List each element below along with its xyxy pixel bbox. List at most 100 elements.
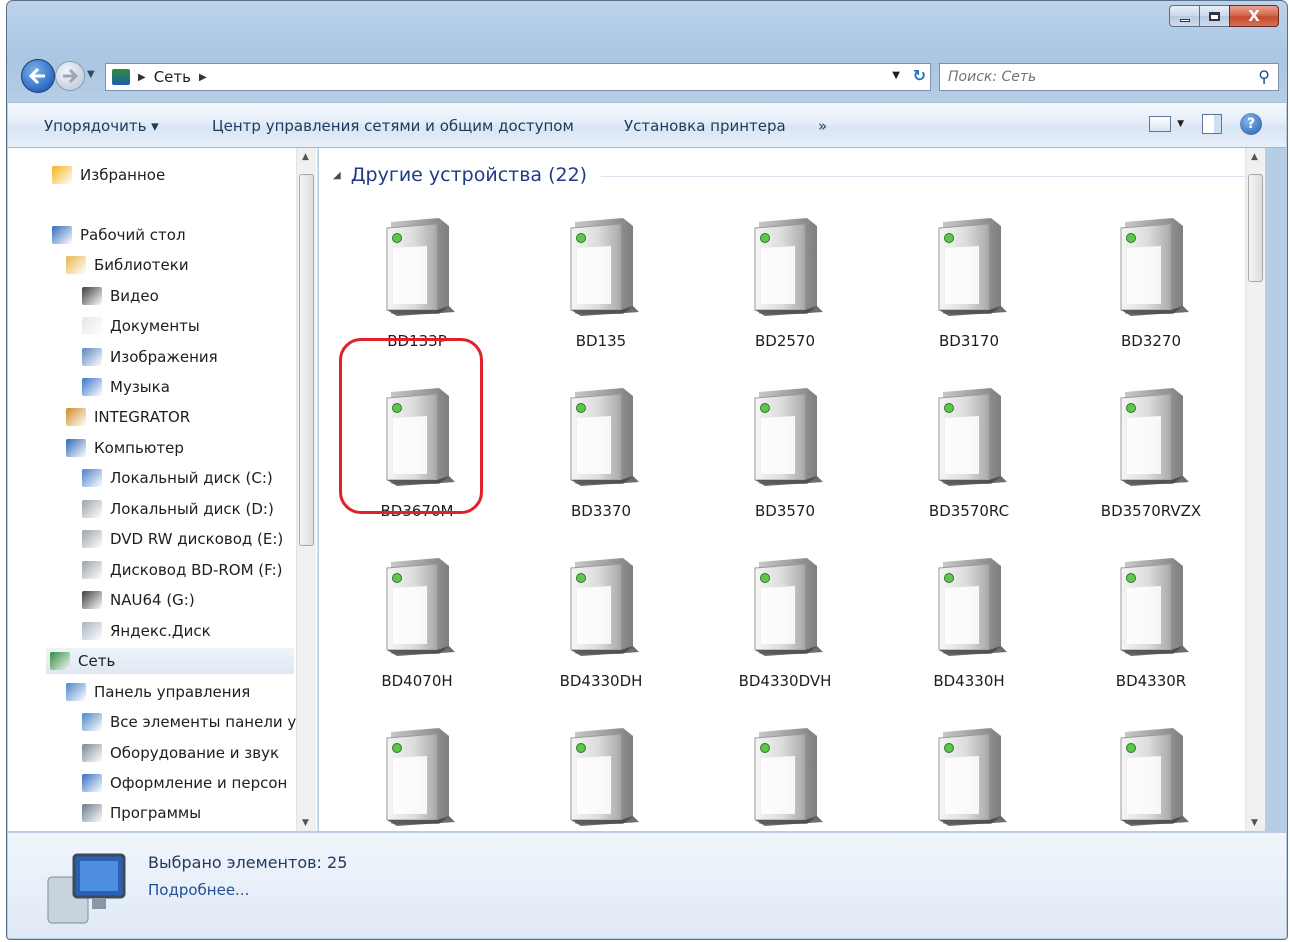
nav-item-label: Изображения (110, 348, 218, 366)
maximize-button[interactable] (1199, 5, 1229, 27)
nav-item[interactable]: Локальный диск (C:) (82, 465, 273, 491)
device-label: BD4070H (381, 672, 453, 690)
collapse-group-icon[interactable]: ◢ (333, 170, 341, 181)
nav-item[interactable]: NAU64 (G:) (82, 587, 195, 613)
add-printer-button[interactable]: Установка принтера (624, 117, 786, 135)
nav-item[interactable]: Панель управления (66, 679, 250, 705)
device-item[interactable] (889, 724, 1049, 831)
device-item[interactable]: BD2570 (705, 214, 865, 384)
nav-item-label: Все элементы панели у (110, 713, 297, 731)
device-item[interactable]: BD3570RC (889, 384, 1049, 554)
device-item[interactable]: BD3570RVZX (1071, 384, 1231, 554)
nav-item[interactable]: Документы (82, 313, 200, 339)
device-item[interactable]: BD3170 (889, 214, 1049, 384)
nav-item[interactable]: INTEGRATOR (66, 404, 190, 430)
more-commands-button[interactable]: » (818, 117, 827, 135)
nav-item[interactable]: Локальный диск (D:) (82, 496, 274, 522)
scroll-down-icon[interactable]: ▼ (302, 818, 309, 828)
device-item[interactable]: BD3570 (705, 384, 865, 554)
network-device-icon (754, 218, 823, 316)
preview-pane-icon[interactable] (1202, 114, 1222, 134)
bd-drive-icon (82, 561, 102, 579)
views-icon[interactable] (1149, 116, 1172, 132)
nav-item-label: Панель управления (94, 683, 251, 701)
nav-item[interactable]: Сеть (46, 648, 294, 674)
device-item[interactable]: BD4330DVH (705, 554, 865, 724)
organize-button[interactable]: Упорядочить ▾ (44, 117, 159, 135)
content-scrollbar[interactable]: ▲ ▼ (1245, 148, 1265, 831)
address-history-dropdown[interactable]: ▼ (892, 70, 900, 81)
device-item[interactable] (705, 724, 865, 831)
nav-item-label: Рабочий стол (80, 226, 186, 244)
nav-item-label: Локальный диск (D:) (110, 500, 274, 518)
forward-arrow-icon (63, 69, 78, 83)
views-dropdown-icon[interactable]: ▼ (1177, 119, 1184, 129)
scroll-up-icon[interactable]: ▲ (302, 152, 309, 162)
computer-icon (66, 439, 86, 457)
command-bar: Упорядочить ▾ Центр управления сетями и … (8, 102, 1286, 148)
device-item[interactable]: BD3270 (1071, 214, 1231, 384)
nav-item[interactable]: Оформление и персон (82, 770, 287, 796)
device-label: BD4330DH (559, 672, 643, 690)
scroll-up-icon[interactable]: ▲ (1251, 152, 1258, 162)
device-item[interactable] (1071, 724, 1231, 831)
minimize-button[interactable] (1169, 5, 1199, 27)
search-icon[interactable]: ⚲ (1258, 67, 1270, 86)
device-item[interactable] (521, 724, 681, 831)
nav-item[interactable]: Рабочий стол (52, 222, 186, 248)
nav-item[interactable]: Библиотеки (66, 252, 189, 278)
nav-item[interactable]: Избранное (52, 162, 165, 188)
search-box[interactable]: ⚲ (939, 63, 1279, 91)
device-item[interactable] (337, 724, 497, 831)
search-input[interactable] (948, 69, 1238, 85)
nav-scrollbar-thumb[interactable] (299, 174, 314, 546)
network-device-icon (938, 728, 1007, 826)
network-device-icon (1120, 558, 1189, 656)
video-icon (82, 287, 102, 305)
network-device-icon (754, 728, 823, 826)
breadcrumb-arrow-icon[interactable]: ▶ (199, 72, 207, 83)
back-button[interactable] (21, 59, 55, 93)
nav-item[interactable]: Музыка (82, 374, 170, 400)
device-item[interactable]: BD3370 (521, 384, 681, 554)
scroll-down-icon[interactable]: ▼ (1251, 818, 1258, 828)
nav-item[interactable]: Дисковод BD-ROM (F:) (82, 557, 283, 583)
recent-pages-dropdown[interactable]: ▼ (87, 69, 95, 80)
nav-item-label: Видео (110, 287, 159, 305)
close-button[interactable]: X (1229, 5, 1279, 27)
network-device-icon (386, 558, 455, 656)
content-scrollbar-thumb[interactable] (1248, 174, 1263, 282)
breadcrumb-arrow-icon[interactable]: ▶ (138, 72, 146, 83)
device-item[interactable]: BD4330DH (521, 554, 681, 724)
device-item[interactable]: BD135 (521, 214, 681, 384)
nav-item[interactable]: Яндекс.Диск (82, 618, 211, 644)
network-center-button[interactable]: Центр управления сетями и общим доступом (212, 117, 574, 135)
address-bar[interactable]: ▶ Сеть ▶ ▼ ↻ (105, 63, 931, 91)
network-icon (112, 69, 130, 85)
nav-item[interactable]: Оборудование и звук (82, 740, 279, 766)
device-item[interactable]: BD4330H (889, 554, 1049, 724)
device-item[interactable]: BD4070H (337, 554, 497, 724)
nav-item[interactable]: Компьютер (66, 435, 184, 461)
nav-item[interactable]: DVD RW дисковод (E:) (82, 526, 283, 552)
nav-item-label: Музыка (110, 378, 170, 396)
group-header[interactable]: ◢ Другие устройства (22) (333, 164, 587, 186)
nav-item[interactable]: Программы (82, 800, 201, 826)
pictures-icon (82, 348, 102, 366)
hardware-sound-icon (82, 744, 102, 762)
breadcrumb-network[interactable]: Сеть (154, 68, 191, 86)
details-link[interactable]: Подробнее... (148, 881, 249, 899)
network-device-icon (570, 388, 639, 486)
nav-item-label: Компьютер (94, 439, 184, 457)
nav-item[interactable]: Изображения (82, 344, 218, 370)
refresh-icon[interactable]: ↻ (913, 66, 926, 85)
help-icon[interactable]: ? (1240, 113, 1262, 135)
nav-scrollbar[interactable]: ▲ ▼ (296, 148, 316, 831)
forward-button[interactable] (55, 61, 85, 91)
maximize-icon (1209, 11, 1220, 21)
device-item[interactable]: BD4330R (1071, 554, 1231, 724)
nav-item[interactable]: Все элементы панели у (82, 709, 296, 735)
personalization-icon (82, 774, 102, 792)
device-label: BD3370 (570, 502, 631, 520)
nav-item[interactable]: Видео (82, 283, 159, 309)
